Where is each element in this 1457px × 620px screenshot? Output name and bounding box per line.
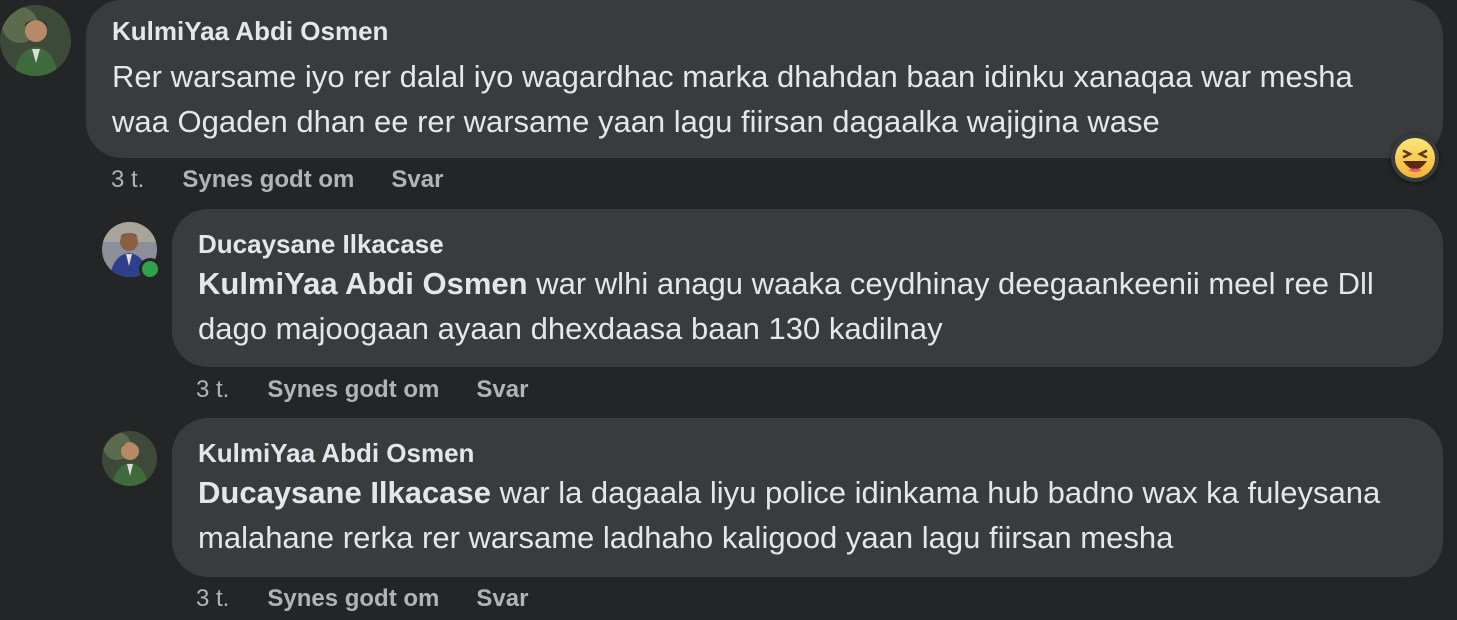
comment-timestamp[interactable]: 3 t. (111, 166, 144, 194)
comment-actions: 3 t. Synes godt om Svar (111, 166, 480, 194)
comment-thread: KulmiYaa Abdi Osmen Rer warsame iyo rer … (0, 0, 1457, 620)
like-button[interactable]: Synes godt om (267, 376, 439, 404)
comment-timestamp[interactable]: 3 t. (196, 585, 229, 613)
comment-bubble: KulmiYaa Abdi Osmen Ducaysane Ilkacase w… (172, 418, 1443, 577)
comment-bubble: KulmiYaa Abdi Osmen Rer warsame iyo rer … (86, 0, 1443, 158)
reaction-badge[interactable] (1391, 134, 1439, 182)
avatar[interactable] (102, 431, 157, 486)
mention-link[interactable]: KulmiYaa Abdi Osmen (198, 266, 528, 301)
comment-author[interactable]: KulmiYaa Abdi Osmen (112, 16, 1417, 46)
comment-actions: 3 t. Synes godt om Svar (196, 376, 565, 404)
comment-text: Rer warsame iyo rer dalal iyo wagardhac … (112, 54, 1417, 144)
mention-link[interactable]: Ducaysane Ilkacase (198, 475, 491, 510)
like-button[interactable]: Synes godt om (267, 585, 439, 613)
online-status-indicator (139, 258, 161, 280)
comment-timestamp[interactable]: 3 t. (196, 376, 229, 404)
comment-bubble: Ducaysane Ilkacase KulmiYaa Abdi Osmen w… (172, 209, 1443, 367)
comment-author[interactable]: Ducaysane Ilkacase (198, 229, 1417, 259)
comment-text: KulmiYaa Abdi Osmen war wlhi anagu waaka… (198, 261, 1417, 351)
reply-button[interactable]: Svar (391, 166, 443, 194)
comment-actions: 3 t. Synes godt om Svar (196, 585, 565, 613)
avatar[interactable] (0, 5, 71, 76)
laughing-emoji-icon (1395, 138, 1435, 178)
comment-text: Ducaysane Ilkacase war la dagaala liyu p… (198, 470, 1417, 560)
comment-body: Rer warsame iyo rer dalal iyo wagardhac … (112, 59, 1353, 139)
reply-button[interactable]: Svar (476, 585, 528, 613)
like-button[interactable]: Synes godt om (182, 166, 354, 194)
reply-button[interactable]: Svar (476, 376, 528, 404)
comment-author[interactable]: KulmiYaa Abdi Osmen (198, 438, 1417, 468)
